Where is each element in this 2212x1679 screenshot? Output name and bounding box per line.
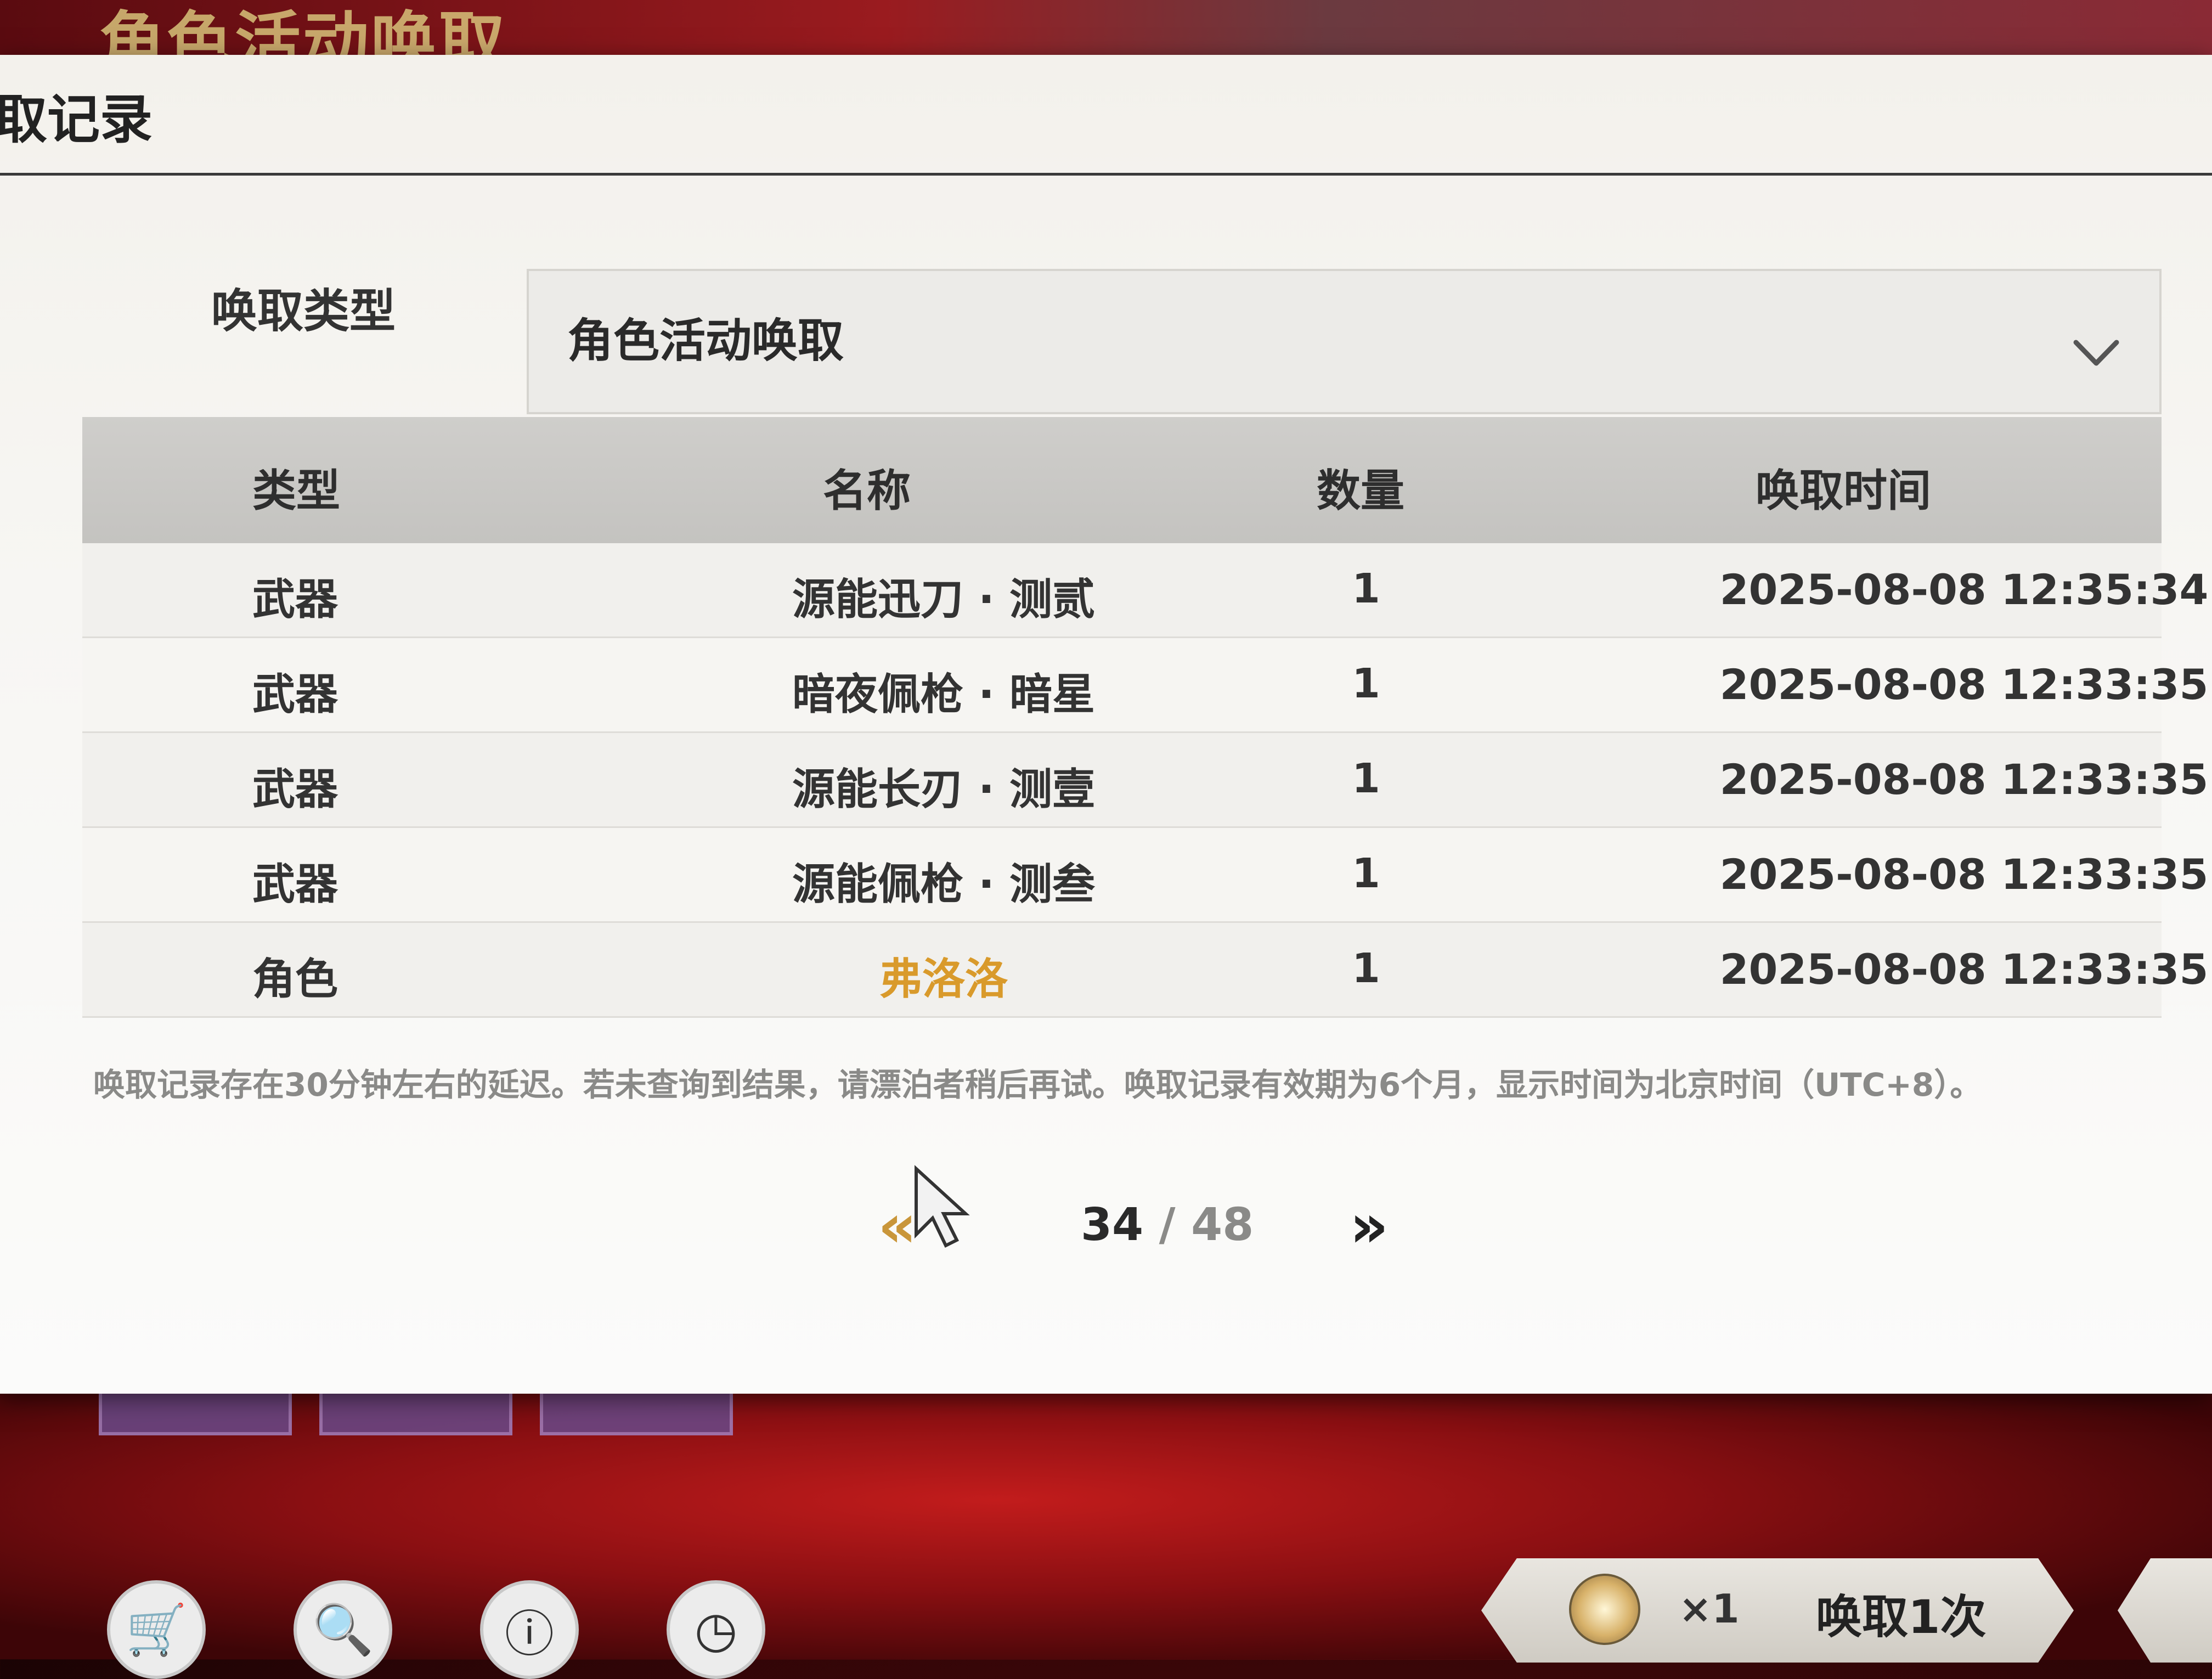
summon-once-button[interactable]: ×1 唤取1次 bbox=[1481, 1558, 2074, 1663]
filter-label: 唤取类型 bbox=[211, 284, 396, 338]
summon-cost: ×1 bbox=[1679, 1586, 1740, 1632]
cell-quantity: 1 bbox=[1352, 945, 1380, 992]
cell-time: 2025-08-08 12:33:35 bbox=[1719, 755, 2209, 804]
thumbnail bbox=[540, 1394, 733, 1435]
cell-type: 武器 bbox=[252, 765, 338, 814]
next-page-button[interactable]: » bbox=[1350, 1191, 1389, 1261]
select-value: 角色活动唤取 bbox=[567, 314, 844, 368]
table-header: 类型 名称 数量 唤取时间 bbox=[82, 417, 2162, 543]
delay-notice: 唤取记录存在30分钟左右的延迟。若未查询到结果，请漂泊者稍后再试。唤取记录有效期… bbox=[93, 1066, 1982, 1103]
cell-quantity: 1 bbox=[1352, 660, 1380, 707]
page-separator: / bbox=[1143, 1199, 1192, 1251]
summon-type-select[interactable]: 角色活动唤取 bbox=[527, 269, 2162, 414]
page-indicator: 34 / 48 bbox=[1081, 1199, 1254, 1251]
title-divider bbox=[0, 173, 2212, 176]
cell-quantity: 1 bbox=[1352, 565, 1380, 612]
record-dialog: 取记录 唤取类型 角色活动唤取 类型 名称 数量 唤取时间 武器 源能迅刀 · … bbox=[0, 55, 2212, 1394]
cell-type: 角色 bbox=[252, 955, 338, 1004]
header-time: 唤取时间 bbox=[1756, 465, 1931, 516]
cell-quantity: 1 bbox=[1352, 850, 1380, 897]
cell-type: 武器 bbox=[252, 860, 338, 909]
table-row: 角色 弗洛洛 1 2025-08-08 12:33:35 bbox=[82, 923, 2208, 1018]
cell-type: 武器 bbox=[252, 670, 338, 719]
cell-name: 暗夜佩枪 · 暗星 bbox=[792, 670, 1095, 719]
current-page: 34 bbox=[1081, 1199, 1144, 1251]
table-row: 武器 源能迅刀 · 测贰 1 2025-08-08 12:35:34 bbox=[82, 543, 2208, 638]
cell-time: 2025-08-08 12:33:35 bbox=[1719, 945, 2209, 994]
history-icon[interactable]: ◷ bbox=[667, 1580, 765, 1679]
cell-quantity: 1 bbox=[1352, 755, 1380, 802]
chevron-down-icon bbox=[2073, 340, 2119, 366]
total-pages: 48 bbox=[1191, 1199, 1254, 1251]
summon-currency-icon bbox=[1569, 1574, 1640, 1645]
record-search-icon[interactable]: 🔍 bbox=[294, 1580, 392, 1679]
cell-name: 弗洛洛 bbox=[879, 955, 1008, 1004]
cell-time: 2025-08-08 12:33:35 bbox=[1719, 660, 2209, 709]
cell-type: 武器 bbox=[252, 575, 338, 624]
cell-name: 源能迅刀 · 测贰 bbox=[792, 575, 1095, 624]
summon-label: 唤取1次 bbox=[1816, 1590, 1987, 1644]
table-row: 武器 源能长刃 · 测壹 1 2025-08-08 12:33:35 bbox=[82, 733, 2208, 828]
thumbnail bbox=[99, 1394, 292, 1435]
cell-time: 2025-08-08 12:35:34 bbox=[1719, 565, 2209, 614]
bottom-icon-bar: 🛒 🔍 ⓘ ◷ bbox=[107, 1580, 765, 1679]
header-name: 名称 bbox=[823, 465, 911, 516]
table-body: 武器 源能迅刀 · 测贰 1 2025-08-08 12:35:34 武器 暗夜… bbox=[82, 543, 2208, 1018]
info-icon[interactable]: ⓘ bbox=[480, 1580, 579, 1679]
dialog-title: 取记录 bbox=[0, 89, 153, 150]
record-table: 类型 名称 数量 唤取时间 武器 源能迅刀 · 测贰 1 2025-08-08 … bbox=[82, 417, 2208, 1018]
cell-name: 源能佩枪 · 测叁 bbox=[792, 860, 1095, 909]
table-row: 武器 暗夜佩枪 · 暗星 1 2025-08-08 12:33:35 bbox=[82, 638, 2208, 733]
cell-time: 2025-08-08 12:33:35 bbox=[1719, 850, 2209, 899]
table-row: 武器 源能佩枪 · 测叁 1 2025-08-08 12:33:35 bbox=[82, 828, 2208, 923]
header-quantity: 数量 bbox=[1317, 465, 1404, 516]
thumbnail-strip bbox=[99, 1394, 733, 1435]
mouse-cursor-icon bbox=[915, 1165, 970, 1248]
thumbnail bbox=[319, 1394, 512, 1435]
header-type: 类型 bbox=[252, 465, 340, 516]
cell-name: 源能长刃 · 测壹 bbox=[792, 765, 1095, 814]
cart-icon[interactable]: 🛒 bbox=[107, 1580, 206, 1679]
